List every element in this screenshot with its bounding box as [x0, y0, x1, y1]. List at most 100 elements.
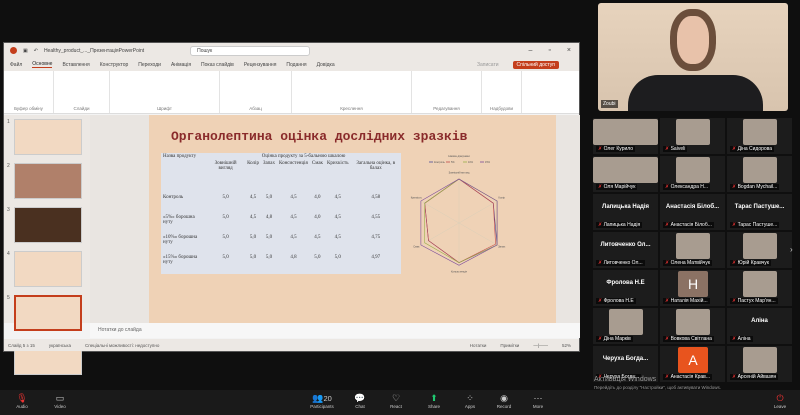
participant-name: Олександра Н... [663, 184, 711, 190]
chat-icon: 💬 [354, 393, 366, 403]
participant-tile[interactable]: Фролова Н.Е Фролова Н.Е [593, 270, 658, 306]
participant-tile[interactable]: Литовченко Ол... Литовченко Ол... [593, 232, 658, 268]
notes-button[interactable]: Нотатки [470, 343, 487, 348]
participant-tile[interactable]: Лапицька Надія Лапицька Надія [593, 194, 658, 230]
chat-button[interactable]: 💬 Chat [346, 393, 374, 409]
windows-activation-title: Активація Windows [594, 376, 657, 383]
table-cell: 5,0 [222, 215, 229, 220]
minimize-button[interactable]: – [529, 47, 533, 54]
apps-label: Apps [464, 404, 476, 409]
participant-tile[interactable]: Вовкова Світлана [660, 308, 725, 344]
axis-label: Зовнішній вигляд [449, 171, 470, 175]
column-header: Консистенція [279, 161, 308, 166]
participant-tile[interactable]: Анастасія Білоб... Анастасія Білоб... [660, 194, 725, 230]
participant-tile[interactable]: HНаталія Махій... [660, 270, 725, 306]
participant-tile[interactable]: Тарас Пастуше... Тарас Пастуше... [727, 194, 792, 230]
video-button[interactable]: ▭ Video [46, 393, 74, 409]
participants-button[interactable]: 👥20 Participants [308, 393, 336, 409]
participant-video [743, 233, 777, 259]
slide-thumbnail[interactable] [14, 207, 82, 243]
audio-label: Audio [16, 404, 28, 409]
participant-name: Анастасія Крав... [663, 374, 712, 380]
table-cell: 4,0 [314, 215, 321, 220]
slide-thumbnail[interactable] [14, 295, 82, 331]
react-button[interactable]: ♡ React [382, 393, 410, 409]
record-button[interactable]: ◉ Record [490, 393, 518, 409]
meeting-toolbar: 🎙 Audio ▭ Video 👥20 Participants 💬 Chat ♡ Rea… [0, 390, 800, 415]
participants-label: Participants [310, 404, 334, 409]
participant-display-name: Тарас Пастуше... [734, 204, 785, 210]
participant-tile[interactable]: Олег Курило [593, 118, 658, 154]
participant-tile[interactable]: Оля Марійчук [593, 156, 658, 192]
table-row: «15%» борошна нуту 5,0 5,0 5,0 4,8 5,0 5,0 4,97 [161, 254, 401, 274]
record-label: Record [496, 404, 512, 409]
more-label: More [532, 404, 544, 409]
ribbon-group: Слайди [54, 71, 110, 113]
table-cell: 4,97 [371, 255, 381, 260]
ribbon-group-label: Редагування [433, 106, 460, 111]
slide-number: 3 [7, 207, 10, 213]
tab-3[interactable]: Конструктор [100, 62, 129, 68]
title-bar: ▣ ↶ Healthy_product_..._ПрезентаціяPowerP… [4, 43, 579, 58]
ribbon-group-label: Креслення [340, 106, 363, 111]
participant-avatar: H [678, 271, 708, 297]
tab-7[interactable]: Рецензування [244, 62, 277, 68]
participant-tile[interactable]: Пастух Мар'ян... [727, 270, 792, 306]
slide-thumbnail[interactable] [14, 163, 82, 199]
apps-button[interactable]: ⁘ Apps [456, 393, 484, 409]
slide-thumbnail[interactable] [14, 119, 82, 155]
participant-tile[interactable]: Юрій Кравчук [727, 232, 792, 268]
share-button[interactable]: Спільний доступ [512, 60, 559, 69]
slide-number: 4 [7, 251, 10, 257]
table-cell: «15%» борошна нуту [163, 255, 198, 265]
participant-tile[interactable]: AАнастасія Крав... [660, 346, 725, 382]
next-page-arrow-icon[interactable]: › [790, 245, 793, 254]
participant-tile[interactable]: Діна Марків [593, 308, 658, 344]
radar-series-10% [424, 178, 498, 263]
active-speaker-video: Zoubi [598, 3, 788, 111]
axis-label: Запах [498, 245, 506, 249]
participant-tile[interactable]: Арсеній Айвазян [727, 346, 792, 382]
slide-thumbnail[interactable] [14, 251, 82, 287]
close-button[interactable]: × [567, 47, 571, 54]
ribbon: Буфер обміну Слайди Шрифт Абзац Креслення Ред… [4, 71, 579, 114]
undo-icon[interactable]: ↶ [34, 48, 38, 54]
participant-tile[interactable]: Bogdan Mychail... [727, 156, 792, 192]
tab-0[interactable]: Файл [10, 62, 22, 68]
react-label: React [390, 404, 402, 409]
notes-area[interactable]: Нотатки до слайда [90, 323, 580, 338]
tab-1[interactable]: Основне [32, 61, 53, 68]
audio-button[interactable]: 🎙 Audio [8, 393, 36, 409]
more-button[interactable]: ⋯ More [524, 393, 552, 409]
legend-label: 10% [468, 161, 474, 164]
participant-tile[interactable]: Saiveli [660, 118, 725, 154]
tab-4[interactable]: Переходи [138, 62, 161, 68]
accessibility[interactable]: Спеціальні можливості: недоступно [85, 343, 159, 348]
speaker-head [670, 9, 716, 71]
participant-tile[interactable]: Олександра Н... [660, 156, 725, 192]
participant-tile[interactable]: Аліна Аліна [727, 308, 792, 344]
table-row: Контроль 5,0 4,5 5,0 4,5 4,0 4,5 4,58 [161, 194, 401, 214]
participant-tile[interactable]: Олена Матвійчук [660, 232, 725, 268]
participant-name: Bogdan Mychail... [730, 184, 780, 190]
tab-2[interactable]: Вставлення [62, 62, 89, 68]
tab-6[interactable]: Показ слайдів [201, 62, 234, 68]
share-screen-button[interactable]: ⬆ Share [420, 393, 448, 409]
tab-8[interactable]: Подання [286, 62, 306, 68]
leave-button[interactable]: ⏻ Leave [766, 393, 794, 409]
participant-video [743, 157, 777, 183]
zoom-level[interactable]: 52% [562, 343, 571, 348]
participant-name: Олег Курило [596, 146, 636, 152]
zoom-slider[interactable]: —|—— [533, 343, 548, 348]
participant-display-name: Литовченко Ол... [600, 242, 651, 248]
maximize-button[interactable]: ▫ [548, 47, 550, 54]
corner-header: Назва продукту [163, 154, 197, 159]
save-icon[interactable]: ▣ [23, 48, 28, 54]
search-input[interactable]: Пошук [190, 45, 311, 56]
participant-tile[interactable]: Діна Сидорова [727, 118, 792, 154]
tab-9[interactable]: Довідка [317, 62, 335, 68]
record-ppt-button[interactable]: Записати [477, 62, 499, 68]
comments-button[interactable]: Примітки [500, 343, 519, 348]
tab-5[interactable]: Анімація [171, 62, 191, 68]
ribbon-group: Креслення [292, 71, 412, 113]
